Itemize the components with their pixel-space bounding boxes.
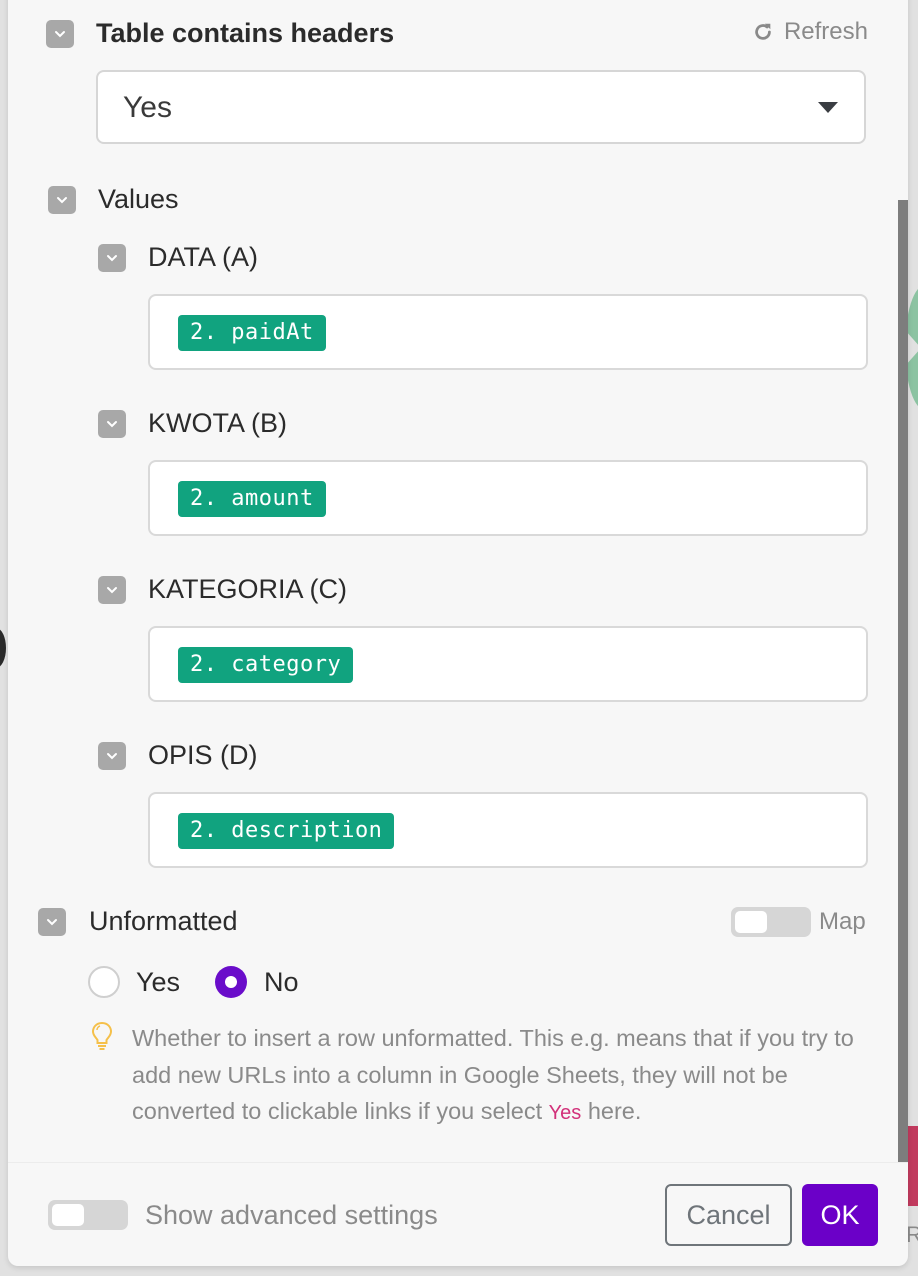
unformatted-no-radio[interactable] [215, 966, 247, 998]
column-b-collapse-toggle[interactable] [98, 410, 126, 438]
footer-divider [8, 1162, 908, 1163]
lightbulb-icon [91, 1021, 113, 1050]
refresh-label: Refresh [783, 18, 868, 45]
scrollbar-thumb[interactable] [898, 200, 908, 1162]
unformatted-hint-text: Whether to insert a row unformatted. Thi… [132, 1020, 872, 1132]
hint-text-after: here. [581, 1098, 642, 1124]
refresh-icon [755, 23, 771, 40]
map-label: Map [819, 908, 866, 935]
column-a-collapse-toggle[interactable] [98, 244, 126, 272]
hint-text-before: Whether to insert a row unformatted. Thi… [132, 1025, 854, 1124]
background-module-shape-dark [0, 628, 6, 668]
hint-highlight: Yes [548, 1102, 582, 1124]
chevron-down-icon [57, 197, 67, 204]
column-c-label: KATEGORIA (C) [148, 574, 348, 604]
module-settings-panel: Table contains headers Refresh Yes Value… [8, 0, 908, 1266]
caret-down-icon [818, 102, 838, 113]
mapped-value-pill[interactable]: 2. category [178, 647, 354, 683]
mapped-value-pill[interactable]: 2. description [178, 813, 395, 849]
settings-scroll-area: Table contains headers Refresh Yes Value… [8, 0, 908, 1162]
column-c-input[interactable]: 2. category [148, 626, 868, 702]
mapped-value-pill[interactable]: 2. amount [178, 481, 326, 517]
unformatted-collapse-toggle[interactable] [38, 908, 66, 936]
values-label: Values [98, 184, 179, 214]
chevron-down-icon [47, 919, 57, 926]
mapped-value-pill[interactable]: 2. paidAt [178, 315, 326, 351]
table-headers-label: Table contains headers [96, 18, 395, 48]
toggle-knob [52, 1204, 84, 1226]
ok-button[interactable]: OK [802, 1184, 878, 1246]
table-headers-select[interactable]: Yes [96, 70, 866, 144]
column-d-collapse-toggle[interactable] [98, 742, 126, 770]
column-c-collapse-toggle[interactable] [98, 576, 126, 604]
chevron-down-icon [107, 587, 117, 594]
map-toggle[interactable] [731, 907, 811, 937]
unformatted-yes-label: Yes [136, 967, 181, 997]
column-a-label: DATA (A) [148, 242, 259, 272]
column-d-label: OPIS (D) [148, 740, 258, 770]
advanced-settings-label: Show advanced settings [145, 1200, 438, 1230]
column-b-label: KWOTA (B) [148, 408, 287, 438]
values-collapse-toggle[interactable] [48, 186, 76, 214]
column-d-input[interactable]: 2. description [148, 792, 868, 868]
unformatted-label: Unformatted [89, 906, 238, 936]
unformatted-no-label: No [264, 967, 299, 997]
advanced-settings-toggle[interactable] [48, 1200, 128, 1230]
cancel-button[interactable]: Cancel [665, 1184, 792, 1246]
column-b-input[interactable]: 2. amount [148, 460, 868, 536]
toggle-knob [735, 911, 767, 933]
chevron-down-icon [107, 255, 117, 262]
chevron-down-icon [55, 31, 65, 38]
refresh-button[interactable]: Refresh [752, 18, 868, 46]
unformatted-yes-radio[interactable] [88, 966, 120, 998]
column-a-input[interactable]: 2. paidAt [148, 294, 868, 370]
table-headers-selected-value: Yes [123, 91, 172, 124]
table-headers-collapse-toggle[interactable] [46, 20, 74, 48]
chevron-down-icon [107, 753, 117, 760]
chevron-down-icon [107, 421, 117, 428]
